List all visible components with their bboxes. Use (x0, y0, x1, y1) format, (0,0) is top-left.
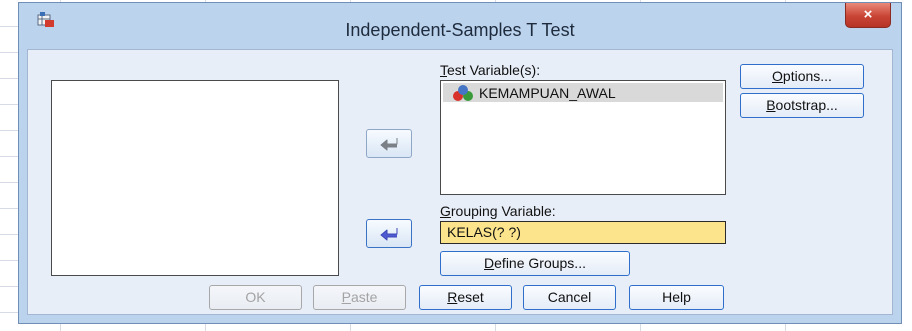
move-to-test-variables-button[interactable] (366, 129, 412, 158)
define-groups-button[interactable]: Define Groups... (440, 251, 630, 276)
list-item[interactable]: KEMAMPUAN_AWAL (443, 83, 723, 102)
grouping-variable-label: Grouping Variable: (440, 203, 556, 219)
test-variables-list[interactable]: KEMAMPUAN_AWAL (440, 80, 726, 195)
left-arrow-icon (380, 137, 398, 150)
cancel-button[interactable]: Cancel (523, 285, 616, 310)
title-bar[interactable]: Independent-Samples T Test × (19, 3, 901, 49)
bootstrap-button[interactable]: Bootstrap... (740, 93, 864, 118)
close-button[interactable]: × (845, 3, 891, 28)
left-arrow-icon (380, 227, 398, 240)
dialog-title: Independent-Samples T Test (345, 20, 575, 40)
grouping-variable-field[interactable]: KELAS(? ?) (440, 221, 726, 244)
ok-button[interactable]: OK (209, 285, 302, 310)
test-variables-label: Test Variable(s): (440, 62, 541, 78)
variable-name: KEMAMPUAN_AWAL (479, 84, 616, 101)
independent-samples-t-test-dialog: Independent-Samples T Test × Test Variab… (18, 2, 902, 324)
options-button[interactable]: Options... (740, 64, 864, 89)
source-variable-list[interactable] (51, 80, 339, 276)
move-to-grouping-variable-button[interactable] (366, 219, 412, 248)
paste-button[interactable]: Paste (313, 285, 406, 310)
scale-variable-icon (453, 84, 473, 101)
help-button[interactable]: Help (629, 285, 724, 310)
reset-button[interactable]: Reset (419, 285, 512, 310)
dialog-client-area: Test Variable(s): KEMAMPUAN_AWAL Groupin… (27, 49, 893, 315)
